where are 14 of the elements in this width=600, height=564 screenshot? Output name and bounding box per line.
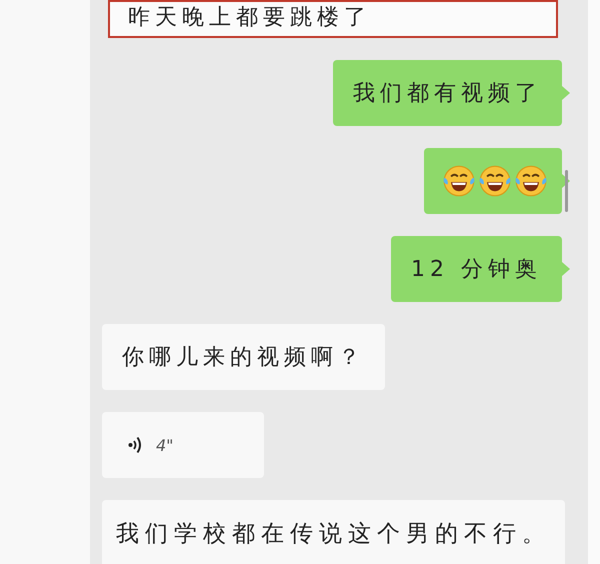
scrollbar-thumb[interactable] (565, 170, 568, 212)
voice-icon (128, 435, 142, 455)
message-bubble: 12 分钟奥 (391, 236, 562, 302)
laughing-face-icon (514, 164, 548, 198)
message-bubble: 我们都有视频了 (333, 60, 562, 126)
message-bubble: 昨天晚上都要跳楼了 (108, 0, 558, 38)
voice-message[interactable]: 4" (102, 412, 264, 478)
message-bubble: 我们学校都在传说这个男的不行。 (102, 500, 565, 564)
voice-duration: 4" (156, 436, 174, 454)
bubble-tail (562, 262, 570, 276)
laughing-face-icon (442, 164, 476, 198)
bubble-tail (562, 86, 570, 100)
laughing-face-icon (478, 164, 512, 198)
message-bubble: 你哪儿来的视频啊？ (102, 324, 385, 390)
